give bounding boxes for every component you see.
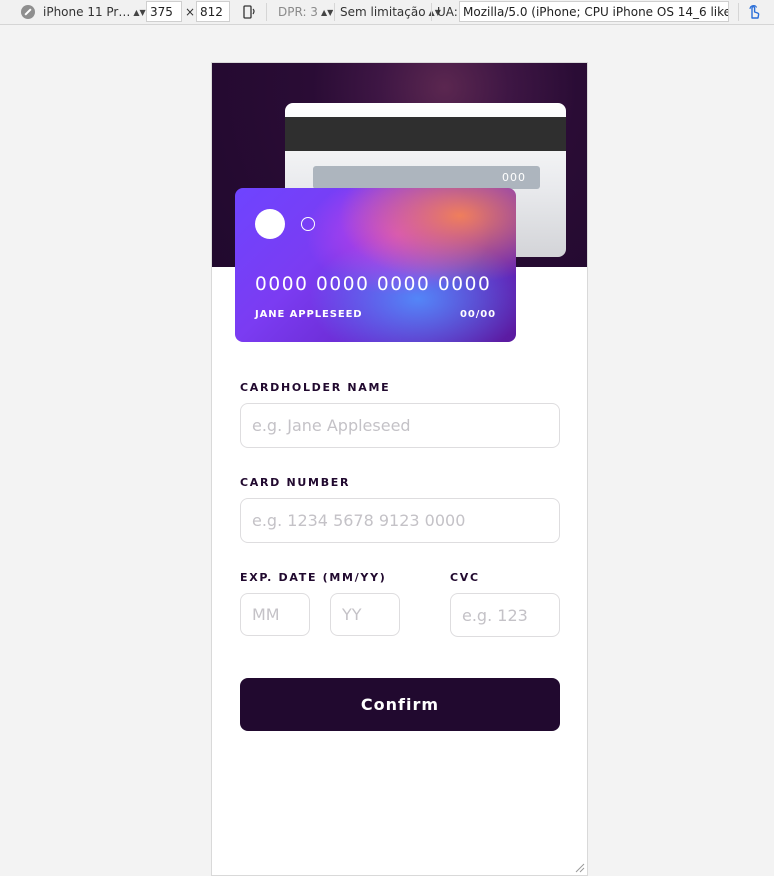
card-back-cvc: 000 [313, 166, 540, 189]
cvc-label: CVC [450, 571, 480, 584]
resize-grip-icon[interactable] [574, 862, 585, 873]
dropdown-arrow-icon: ▲▼ [320, 7, 334, 17]
devtools-toolbar: iPhone 11 Pr… ▲▼ 375 × 812 DPR: 3 ▲▼ Sem… [0, 0, 774, 25]
exp-month-input[interactable] [240, 593, 310, 636]
dropdown-arrow-icon: ▲▼ [133, 7, 146, 17]
rotate-button[interactable] [241, 0, 257, 24]
touch-button[interactable] [745, 0, 763, 24]
card-expiry-display: 00/00 [460, 309, 496, 320]
exp-date-label: EXP. DATE (MM/YY) [240, 571, 387, 584]
dpr-label: DPR: 3 [278, 5, 318, 19]
cardholder-name-input[interactable] [240, 403, 560, 448]
card-logo-ring-icon [301, 217, 315, 231]
card-holder-display: JANE APPLESEED [255, 309, 363, 320]
rotate-icon [243, 5, 255, 19]
ua-label: UA: [437, 5, 458, 19]
throttle-select[interactable]: Sem limitação ▲▼ [340, 0, 441, 24]
magnetic-stripe [285, 117, 566, 151]
ua-input[interactable]: Mozilla/5.0 (iPhone; CPU iPhone OS 14_6 … [459, 1, 729, 22]
throttle-label: Sem limitação [340, 5, 426, 19]
exp-year-input[interactable] [330, 593, 400, 636]
card-number-input[interactable] [240, 498, 560, 543]
card-front: 0000 0000 0000 0000 JANE APPLESEED 00/00 [235, 188, 516, 342]
cvc-input[interactable] [450, 593, 560, 637]
cardholder-name-label: CARDHOLDER NAME [240, 381, 391, 394]
card-logo-circle-icon [255, 209, 285, 239]
card-number-display: 0000 0000 0000 0000 [255, 274, 492, 295]
width-input[interactable]: 375 [146, 1, 182, 22]
card-number-label: CARD NUMBER [240, 476, 351, 489]
touch-icon [749, 5, 760, 19]
device-select[interactable]: iPhone 11 Pr… ▲▼ [21, 0, 146, 24]
confirm-button[interactable]: Confirm [240, 678, 560, 731]
emulated-viewport: 000 0000 0000 0000 0000 JANE APPLESEED 0… [211, 62, 588, 876]
height-input[interactable]: 812 [196, 1, 230, 22]
device-name: iPhone 11 Pr… [43, 5, 131, 19]
dimension-separator: × [185, 5, 196, 19]
dpr-select[interactable]: DPR: 3 ▲▼ [278, 0, 333, 24]
device-icon [21, 5, 35, 19]
